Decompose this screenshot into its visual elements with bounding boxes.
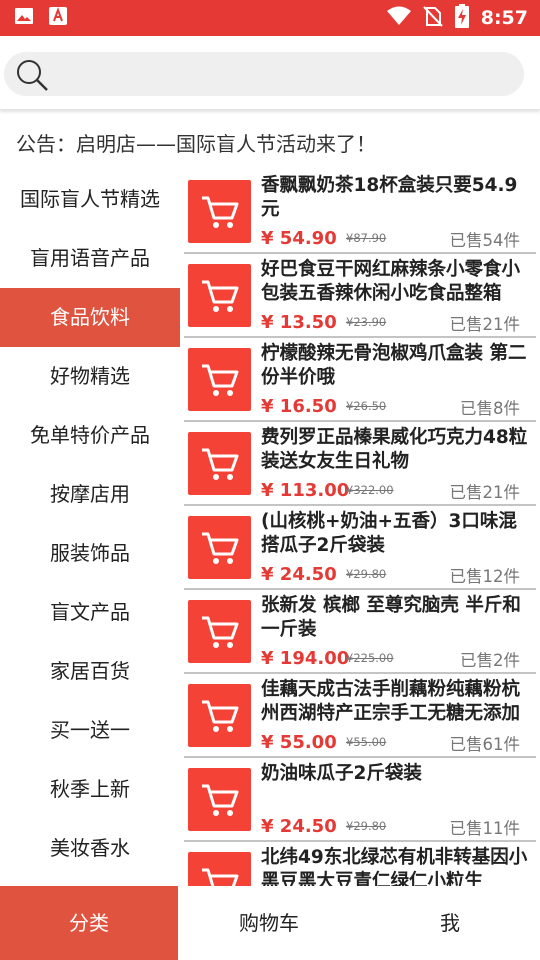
cart-icon [188, 516, 251, 579]
status-left-icons [14, 6, 68, 30]
product-name: 费列罗正品榛果威化巧克力48粒装送女友生日礼物 [261, 427, 528, 472]
product-item[interactable]: 柠檬酸辣无骨泡椒鸡爪盒装 第二份半价哦 ¥ 16.50 ¥26.50 已售8件 [184, 338, 536, 422]
sidebar-item-autumn-new[interactable]: 秋季上新 [0, 760, 180, 819]
sidebar-item-braille-products[interactable]: 盲文产品 [0, 583, 180, 642]
search-bar [0, 36, 540, 110]
product-price: ¥ 16.50 [261, 396, 337, 417]
product-item[interactable]: (山核桃+奶油+五香）3口味混搭瓜子2斤袋装 ¥ 24.50 ¥29.80 已售… [184, 506, 536, 590]
nav-tab-me[interactable]: 我 [360, 886, 540, 960]
sidebar-item-blind-day-picks[interactable]: 国际盲人节精选 [0, 170, 180, 229]
product-original-price: ¥26.50 [346, 399, 387, 413]
product-sold-count: 已售11件 [449, 819, 521, 838]
app-icon [48, 6, 68, 30]
sidebar-item-food-drinks[interactable]: 食品饮料 [0, 288, 180, 347]
product-price: ¥ 194.00 [261, 648, 350, 669]
product-item[interactable]: 费列罗正品榛果威化巧克力48粒装送女友生日礼物 ¥ 113.00 ¥322.00… [184, 422, 536, 506]
product-sold-count: 已售8件 [460, 399, 520, 418]
product-sold-count: 已售2件 [460, 651, 520, 670]
nav-tab-category[interactable]: 分类 [0, 886, 178, 960]
product-original-price: ¥29.80 [346, 567, 387, 581]
cart-icon [188, 432, 251, 495]
product-sold-count: 已售54件 [449, 231, 521, 250]
status-bar: 8:57 [0, 0, 540, 36]
sidebar-item-buy-one-get-one[interactable]: 买一送一 [0, 701, 180, 760]
battery-charging-icon [454, 4, 469, 32]
cart-icon [188, 348, 251, 411]
product-price: ¥ 54.90 [261, 228, 337, 249]
sidebar-item-good-picks[interactable]: 好物精选 [0, 347, 180, 406]
product-original-price: ¥55.00 [346, 735, 387, 749]
product-name: 好巴食豆干网红麻辣条小零食小包装五香辣休闲小吃食品整箱 [261, 259, 521, 304]
product-name: 张新发 槟榔 至尊究脑壳 半斤和一斤装 [261, 595, 521, 640]
sidebar-item-clothing[interactable]: 服装饰品 [0, 524, 180, 583]
sidebar-item-massage-shop[interactable]: 按摩店用 [0, 465, 180, 524]
wifi-icon [386, 5, 411, 31]
product-name: 北纬49东北绿芯有机非转基因小黑豆黑大豆青仁绿仁小粒生 [261, 847, 528, 886]
product-name: 柠檬酸辣无骨泡椒鸡爪盒装 第二份半价哦 [261, 343, 527, 388]
product-original-price: ¥225.00 [346, 651, 394, 665]
sidebar-item-beauty[interactable]: 美妆香水 [0, 819, 180, 878]
product-price: ¥ 24.50 [261, 564, 337, 585]
product-list: 香飘飘奶茶18杯盒装只要54.9元 ¥ 54.90 ¥87.90 已售54件 好… [184, 170, 540, 886]
product-sold-count: 已售21件 [449, 315, 521, 334]
product-item[interactable]: 佳藕天成古法手削藕粉纯藕粉杭州西湖特产正宗手工无糖无添加 ¥ 55.00 ¥55… [184, 674, 536, 758]
product-item[interactable]: 张新发 槟榔 至尊究脑壳 半斤和一斤装 ¥ 194.00 ¥225.00 已售2… [184, 590, 536, 674]
product-item[interactable]: 香飘飘奶茶18杯盒装只要54.9元 ¥ 54.90 ¥87.90 已售54件 [184, 170, 536, 254]
product-original-price: ¥29.80 [346, 819, 387, 833]
cart-icon [188, 852, 251, 886]
product-price: ¥ 55.00 [261, 732, 337, 753]
product-name: 佳藕天成古法手削藕粉纯藕粉杭州西湖特产正宗手工无糖无添加 [261, 679, 521, 724]
product-sold-count: 已售61件 [449, 735, 521, 754]
cart-icon [188, 684, 251, 747]
search-icon[interactable] [14, 57, 50, 97]
product-name: 奶油味瓜子2斤袋装 [261, 763, 422, 784]
status-right-icons: 8:57 [386, 4, 528, 32]
no-sim-icon [423, 5, 443, 31]
product-price: ¥ 13.50 [261, 312, 337, 333]
product-item[interactable]: 奶油味瓜子2斤袋装 ¥ 24.50 ¥29.80 已售11件 [184, 758, 536, 842]
cart-icon [188, 600, 251, 663]
bottom-navigation: 分类 购物车 我 [0, 886, 540, 960]
product-original-price: ¥87.90 [346, 231, 387, 245]
product-price: ¥ 24.50 [261, 816, 337, 837]
product-name: 香飘飘奶茶18杯盒装只要54.9元 [261, 175, 518, 220]
product-item[interactable]: 好巴食豆干网红麻辣条小零食小包装五香辣休闲小吃食品整箱 ¥ 13.50 ¥23.… [184, 254, 536, 338]
cart-icon [188, 180, 251, 243]
sidebar-item-voice-products[interactable]: 盲用语音产品 [0, 229, 180, 288]
category-sidebar: 国际盲人节精选 盲用语音产品 食品饮料 好物精选 免单特价产品 按摩店用 服装饰… [0, 170, 180, 878]
status-time: 8:57 [480, 7, 528, 29]
cart-icon [188, 264, 251, 327]
search-box[interactable] [4, 52, 524, 96]
cart-icon [188, 768, 251, 831]
product-sold-count: 已售21件 [449, 483, 521, 502]
product-sold-count: 已售12件 [449, 567, 521, 586]
product-name: (山核桃+奶油+五香）3口味混搭瓜子2斤袋装 [261, 511, 517, 556]
product-item[interactable]: 北纬49东北绿芯有机非转基因小黑豆黑大豆青仁绿仁小粒生 [184, 842, 536, 886]
image-icon [14, 6, 34, 30]
product-price: ¥ 113.00 [261, 480, 350, 501]
sidebar-item-home-goods[interactable]: 家居百货 [0, 642, 180, 701]
sidebar-item-free-specials[interactable]: 免单特价产品 [0, 406, 180, 465]
announcement-text: 公告：启明店——国际盲人节活动来了！ [16, 132, 376, 156]
nav-tab-cart[interactable]: 购物车 [178, 886, 360, 960]
product-original-price: ¥23.90 [346, 315, 387, 329]
search-input[interactable] [56, 52, 506, 96]
product-original-price: ¥322.00 [346, 483, 394, 497]
